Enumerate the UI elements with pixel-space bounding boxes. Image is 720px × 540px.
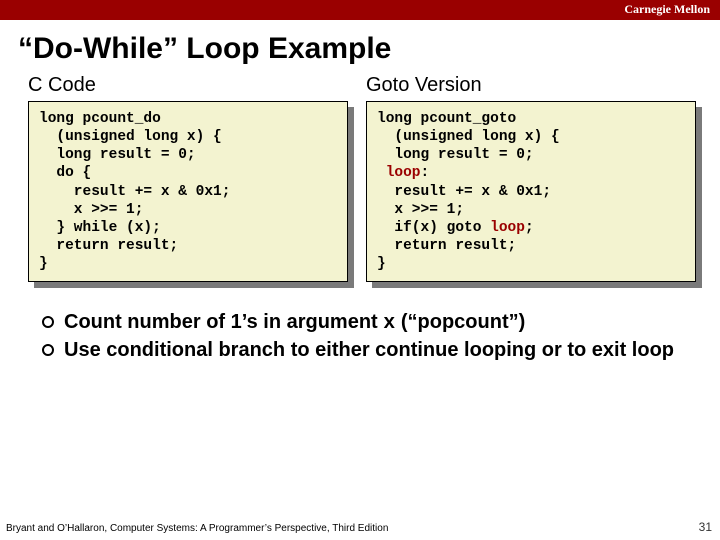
bullet-item: Count number of 1’s in argument x (“popc…: [42, 310, 690, 336]
bullet-marker: [42, 344, 54, 356]
slide-title: “Do-While” Loop Example: [18, 32, 702, 66]
right-code-wrap: long pcount_goto (unsigned long x) { lon…: [366, 101, 696, 282]
left-code-wrap: long pcount_do (unsigned long x) { long …: [28, 101, 348, 282]
right-code: long pcount_goto (unsigned long x) { lon…: [366, 101, 696, 282]
right-heading: Goto Version: [366, 74, 696, 97]
bullet-marker: [42, 316, 54, 328]
left-column: C Code long pcount_do (unsigned long x) …: [28, 74, 348, 282]
code-columns: C Code long pcount_do (unsigned long x) …: [0, 74, 720, 282]
inline-code: x: [383, 312, 395, 335]
right-column: Goto Version long pcount_goto (unsigned …: [366, 74, 696, 282]
bullet-text: Use conditional branch to either continu…: [64, 338, 674, 363]
page-number: 31: [699, 520, 712, 534]
header-bar: Carnegie Mellon: [0, 0, 720, 20]
bullet-list: Count number of 1’s in argument x (“popc…: [42, 310, 690, 363]
bullet-item: Use conditional branch to either continu…: [42, 338, 690, 363]
brand-text: Carnegie Mellon: [624, 2, 710, 17]
bullet-text: Count number of 1’s in argument x (“popc…: [64, 310, 525, 336]
footer-citation: Bryant and O’Hallaron, Computer Systems:…: [6, 523, 388, 534]
left-code: long pcount_do (unsigned long x) { long …: [28, 101, 348, 282]
left-heading: C Code: [28, 74, 348, 97]
